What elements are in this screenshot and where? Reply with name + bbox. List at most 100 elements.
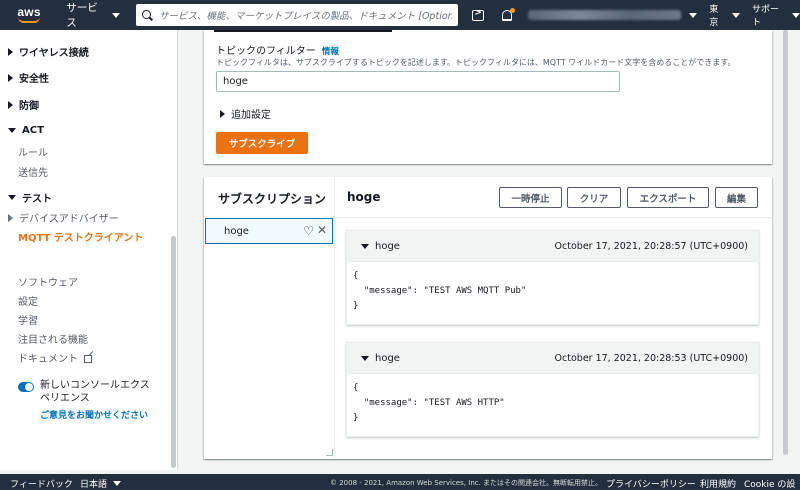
topic-filter-panel: トピックのフィルター 情報 トピックフィルタは、サブスクライブするトピックを記述し… (204, 30, 772, 164)
caret-right-icon (8, 47, 13, 56)
message-header[interactable]: hoge October 17, 2021, 20:28:53 (UTC+090… (347, 343, 758, 374)
cookie-settings-link[interactable]: Cookie の設定 (744, 477, 800, 490)
sidebar-item-software[interactable]: ソフトウェア (18, 274, 78, 289)
resize-handle[interactable] (326, 449, 333, 456)
filter-label-row: トピックのフィルター 情報 (216, 42, 339, 57)
topic-filter-input[interactable]: hoge (216, 71, 620, 92)
support-menu[interactable]: サポート (752, 2, 800, 28)
aws-logo[interactable]: aws (8, 0, 50, 30)
sidebar-item-label: デバイスアドバイザー (19, 214, 119, 225)
pause-button[interactable]: 一時停止 (499, 187, 562, 208)
message-header[interactable]: hoge October 17, 2021, 20:28:57 (UTC+090… (347, 231, 758, 262)
close-icon[interactable]: ✕ (317, 224, 327, 236)
privacy-policy-link[interactable]: プライバシーポリシー (606, 477, 696, 490)
main-scrollbar[interactable] (783, 30, 788, 455)
subscriptions-list: サブスクリプション hoge ♡ ✕ (204, 177, 335, 459)
chevron-down-icon (112, 12, 121, 18)
favorite-icon[interactable]: ♡ (303, 225, 314, 237)
external-link-icon (84, 355, 92, 363)
copyright-text: © 2008 - 2021, Amazon Web Services, Inc.… (330, 479, 603, 487)
language-selector[interactable]: 日本語 (80, 477, 122, 490)
notifications-button[interactable] (493, 0, 522, 30)
footer-feedback-link[interactable]: フィードバック (10, 477, 73, 490)
divider (336, 217, 772, 218)
filter-description: トピックフィルタは、サブスクライブするトピックを記述します。トピックフィルタには… (216, 58, 736, 67)
sidebar: ワイヤレス接続 安全性 防御 ACT ルール 送信先 テスト デバイスアドバイザ… (0, 30, 178, 470)
sidebar-item-wireless[interactable]: ワイヤレス接続 (8, 44, 89, 59)
additional-settings-label: 追加設定 (231, 110, 271, 121)
chevron-down-icon (113, 481, 122, 486)
sidebar-item-mqtt-test-client[interactable]: MQTT テストクライアント (18, 229, 143, 244)
search-input[interactable]: サービス、機能、マーケットプレイスの製品、ドキュメント [Option+S] (136, 4, 459, 26)
sidebar-item-device-advisor[interactable]: デバイスアドバイザー (8, 210, 119, 225)
sidebar-item-label: 安全性 (19, 74, 49, 85)
region-menu[interactable]: 東京 (709, 2, 740, 28)
logo-smile-icon (18, 17, 41, 23)
message-card: hoge October 17, 2021, 20:28:53 (UTC+090… (346, 342, 759, 437)
sidebar-item-learn[interactable]: 学習 (18, 312, 38, 327)
subscription-topic: hoge (224, 225, 249, 237)
top-navigation: aws サービス サービス、機能、マーケットプレイスの製品、ドキュメント [Op… (0, 0, 800, 30)
subscriptions-title: サブスクリプション (218, 192, 327, 206)
bell-icon (502, 7, 516, 21)
sidebar-item-featured[interactable]: 注目される機能 (18, 331, 88, 346)
terminal-icon (472, 8, 485, 21)
edit-button[interactable]: 編集 (715, 187, 758, 208)
message-topic: hoge (375, 353, 400, 364)
sidebar-section-act[interactable]: ACT (8, 125, 44, 136)
export-button[interactable]: エクスポート (627, 187, 709, 208)
message-topic-row: hoge (361, 241, 400, 252)
sidebar-item-defend[interactable]: 防御 (8, 97, 39, 112)
account-menu-blurred[interactable] (527, 10, 682, 20)
chevron-down-icon[interactable] (689, 12, 698, 18)
additional-settings-toggle[interactable]: 追加設定 (220, 106, 271, 121)
subscriptions-panel: サブスクリプション hoge ♡ ✕ hoge 一時停止 クリア エクスポート … (204, 177, 772, 459)
chevron-down-icon (731, 12, 740, 18)
sidebar-scrollbar[interactable] (171, 236, 176, 468)
sidebar-section-label: テスト (22, 194, 52, 205)
filter-label: トピックのフィルター (216, 46, 316, 57)
language-label: 日本語 (80, 480, 108, 490)
services-label: サービス (66, 2, 98, 29)
support-label: サポート (751, 5, 779, 28)
subscription-item[interactable]: hoge ♡ ✕ (205, 218, 333, 244)
caret-down-icon (8, 195, 16, 200)
message-timestamp: October 17, 2021, 20:28:53 (UTC+0900) (554, 353, 748, 364)
feedback-link[interactable]: ご意見をお聞かせください (40, 408, 148, 421)
info-link[interactable]: 情報 (322, 47, 339, 57)
message-timestamp: October 17, 2021, 20:28:57 (UTC+0900) (554, 241, 748, 252)
terms-link[interactable]: 利用規約 (700, 477, 736, 490)
topic-title: hoge (347, 190, 381, 204)
sidebar-section-test[interactable]: テスト (8, 190, 52, 205)
clear-button[interactable]: クリア (567, 187, 621, 208)
sidebar-item-rules[interactable]: ルール (18, 144, 48, 159)
caret-down-icon (361, 356, 369, 361)
search-icon (142, 9, 153, 21)
sidebar-section-label: ACT (22, 125, 44, 136)
active-tab-indicator (214, 30, 392, 32)
topic-filter-value: hoge (223, 76, 248, 87)
message-topic: hoge (375, 241, 400, 252)
message-payload: { "message": "TEST AWS MQTT Pub" } (353, 271, 527, 311)
sidebar-item-documentation[interactable]: ドキュメント (18, 350, 92, 365)
caret-down-icon (8, 128, 16, 133)
caret-right-icon (220, 109, 225, 118)
services-menu-button[interactable]: サービス (60, 0, 126, 30)
region-label: 東京 (709, 5, 719, 28)
sidebar-item-settings[interactable]: 設定 (18, 293, 38, 308)
sidebar-item-security[interactable]: 安全性 (8, 70, 49, 85)
caret-down-icon (361, 244, 369, 249)
chevron-down-icon (791, 12, 800, 18)
subscribe-button[interactable]: サブスクライブ (216, 132, 308, 154)
message-payload: { "message": "TEST AWS HTTP" } (353, 383, 505, 423)
sidebar-item-label: 防御 (19, 101, 39, 112)
notification-dot (510, 7, 516, 13)
sidebar-item-label: ドキュメント (18, 354, 78, 365)
cloudshell-button[interactable] (464, 0, 493, 30)
new-console-label: 新しいコンソールエクスペリエンス (40, 380, 150, 404)
new-console-toggle[interactable] (18, 382, 34, 392)
message-card: hoge October 17, 2021, 20:28:57 (UTC+090… (346, 230, 759, 325)
caret-right-icon (8, 213, 13, 222)
sidebar-item-destinations[interactable]: 送信先 (18, 164, 48, 179)
caret-right-icon (8, 100, 13, 109)
